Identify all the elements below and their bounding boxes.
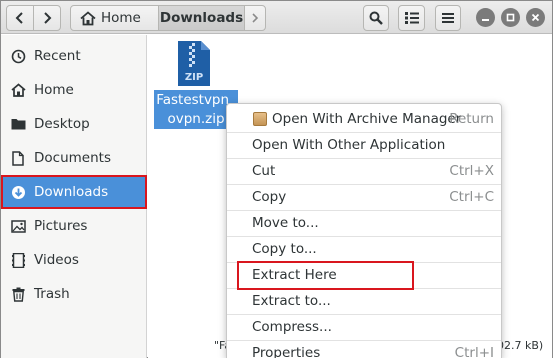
- status-size: 02.7 kB): [497, 339, 544, 352]
- path-home-button[interactable]: Home: [70, 5, 159, 31]
- clock-icon: [10, 48, 26, 64]
- list-view-icon: [404, 12, 419, 24]
- sidebar-item-documents[interactable]: Documents: [1, 141, 147, 175]
- sidebar-item-desktop[interactable]: Desktop: [1, 107, 147, 141]
- view-mode-button[interactable]: [398, 5, 425, 31]
- sidebar-item-label: Documents: [34, 150, 111, 166]
- maximize-button[interactable]: [501, 8, 520, 27]
- sidebar-item-label: Videos: [34, 252, 79, 268]
- menu-item-label: Copy to...: [252, 241, 317, 257]
- chevron-left-icon: [15, 12, 23, 24]
- sidebar-item-trash[interactable]: Trash: [1, 277, 147, 311]
- maximize-icon: [506, 13, 515, 22]
- sidebar-item-pictures[interactable]: Pictures: [1, 209, 147, 243]
- menu-item-copy[interactable]: Copy Ctrl+C: [227, 184, 501, 210]
- search-button[interactable]: [363, 5, 389, 31]
- path-more-button[interactable]: [244, 5, 266, 31]
- minimize-button[interactable]: [476, 8, 495, 27]
- chevron-right-icon: [44, 12, 52, 24]
- path-bar: Home Downloads: [70, 5, 266, 31]
- selection-shadow: [154, 129, 217, 189]
- trash-icon: [10, 286, 26, 302]
- menu-item-extract-here[interactable]: Extract Here: [227, 262, 501, 288]
- minimize-icon: [482, 19, 489, 21]
- folder-icon: [10, 116, 26, 132]
- zip-icon-text: ZIP: [185, 72, 203, 83]
- sidebar-item-videos[interactable]: Videos: [1, 243, 147, 277]
- menu-button[interactable]: [435, 5, 461, 31]
- search-icon: [369, 11, 383, 25]
- menu-item-shortcut: Ctrl+I: [454, 345, 494, 358]
- path-current-label: Downloads: [159, 10, 244, 26]
- sidebar-item-label: Home: [34, 82, 74, 98]
- back-button[interactable]: [6, 5, 34, 31]
- chevron-right-icon: [252, 13, 259, 23]
- path-home-label: Home: [101, 10, 141, 26]
- menu-item-label: Extract to...: [252, 293, 331, 309]
- close-button[interactable]: [526, 8, 545, 27]
- menu-item-compress[interactable]: Compress...: [227, 314, 501, 340]
- menu-item-shortcut: Return: [449, 111, 494, 127]
- menu-item-label: Copy: [252, 189, 287, 205]
- menu-item-label: Open With Archive Manager: [272, 111, 462, 127]
- menu-item-extract-to[interactable]: Extract to...: [227, 288, 501, 314]
- menu-item-label: Properties: [252, 345, 321, 358]
- close-icon: [531, 13, 540, 22]
- sidebar-item-label: Trash: [34, 286, 70, 302]
- sidebar-item-label: Desktop: [34, 116, 90, 132]
- menu-item-open-with-archive-manager[interactable]: Open With Archive Manager Return: [227, 106, 501, 132]
- sidebar-item-label: Recent: [34, 48, 81, 64]
- hamburger-menu-icon: [442, 13, 454, 23]
- menu-item-label: Move to...: [252, 215, 319, 231]
- sidebar-item-recent[interactable]: Recent: [1, 39, 147, 73]
- sidebar-item-downloads[interactable]: Downloads: [1, 175, 147, 209]
- zip-file-icon[interactable]: ZIP: [177, 40, 211, 87]
- sidebar-item-home[interactable]: Home: [1, 73, 147, 107]
- document-icon: [10, 150, 26, 166]
- path-current-button[interactable]: Downloads: [158, 5, 245, 31]
- menu-item-label: Open With Other Application: [252, 137, 446, 153]
- menu-item-label: Compress...: [252, 319, 332, 335]
- download-icon: [10, 184, 26, 200]
- context-menu: Open With Archive Manager Return Open Wi…: [226, 103, 502, 358]
- menu-item-open-with-other-application[interactable]: Open With Other Application: [227, 132, 501, 158]
- header-bar: Home Downloads: [1, 1, 552, 34]
- sidebar-item-label: Pictures: [34, 218, 88, 234]
- menu-item-label: Cut: [252, 163, 276, 179]
- image-icon: [10, 218, 26, 234]
- forward-button[interactable]: [33, 5, 61, 31]
- menu-item-properties[interactable]: Properties Ctrl+I: [227, 340, 501, 358]
- sidebar-item-label: Downloads: [34, 184, 109, 200]
- menu-item-label: Extract Here: [252, 267, 337, 283]
- sidebar: Recent Home Desktop Documents Downloads …: [1, 35, 147, 358]
- film-icon: [10, 252, 26, 268]
- home-icon: [80, 10, 96, 25]
- home-icon: [10, 82, 26, 98]
- menu-item-shortcut: Ctrl+X: [449, 163, 494, 179]
- archive-manager-icon: [253, 112, 267, 126]
- menu-item-cut[interactable]: Cut Ctrl+X: [227, 158, 501, 184]
- menu-item-copy-to[interactable]: Copy to...: [227, 236, 501, 262]
- menu-item-move-to[interactable]: Move to...: [227, 210, 501, 236]
- menu-item-shortcut: Ctrl+C: [449, 189, 494, 205]
